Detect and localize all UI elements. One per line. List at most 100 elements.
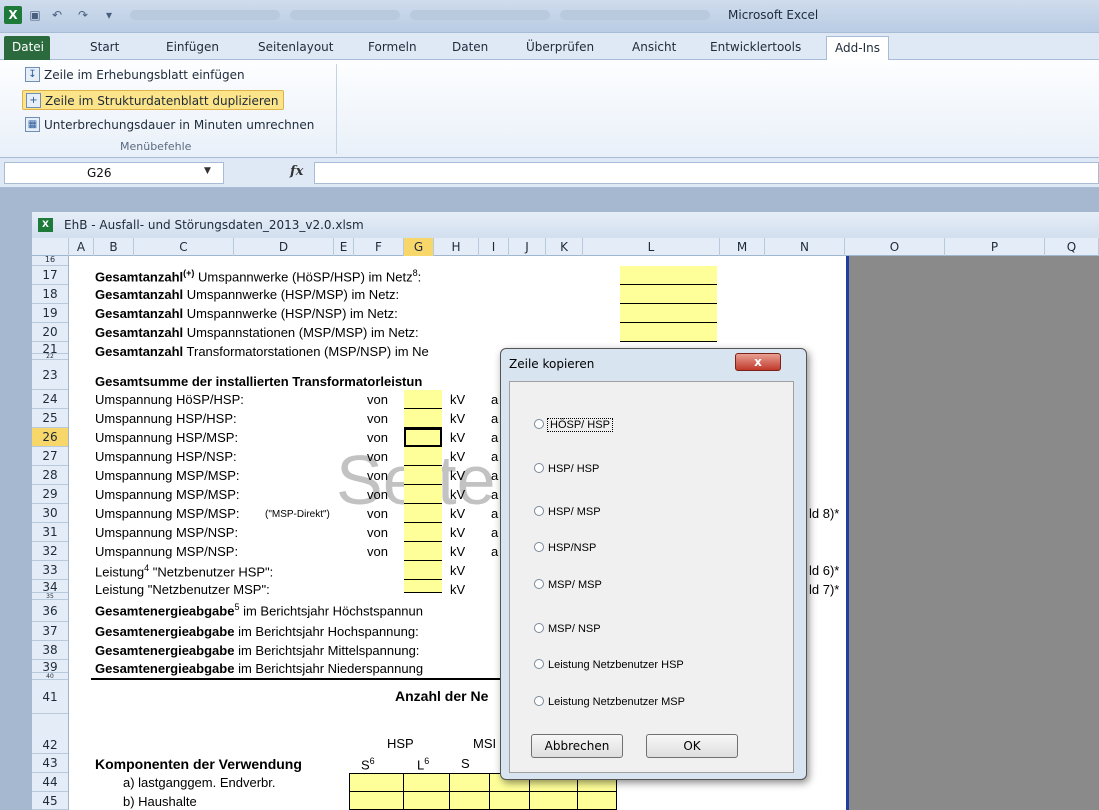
row-header[interactable]: 30 (32, 504, 68, 523)
row-header[interactable]: 16 (32, 256, 68, 266)
select-all-corner[interactable] (32, 238, 69, 256)
row-header[interactable]: 40 (32, 673, 68, 680)
input-cell[interactable] (404, 561, 442, 580)
name-box[interactable]: G26 (4, 162, 224, 184)
row-header[interactable]: 34 (32, 580, 68, 594)
input-cell[interactable] (404, 523, 442, 542)
tab-ueberpruefen[interactable]: Überprüfen (518, 36, 602, 60)
excel-icon[interactable]: X (4, 6, 22, 24)
tab-seitenlayout[interactable]: Seitenlayout (250, 36, 341, 60)
customize-qat-icon[interactable]: ▾ (100, 6, 118, 24)
row-header[interactable]: 18 (32, 285, 68, 304)
input-cell[interactable] (404, 542, 442, 561)
radio-icon[interactable] (534, 696, 544, 706)
tab-ansicht[interactable]: Ansicht (624, 36, 684, 60)
input-cell[interactable] (404, 466, 442, 485)
undo-icon[interactable]: ↶ (48, 6, 66, 24)
option-hsp-hsp[interactable]: HSP/ HSP (534, 463, 599, 475)
radio-icon[interactable] (534, 659, 544, 669)
input-cell[interactable] (404, 580, 442, 593)
row-header[interactable]: 35 (32, 593, 68, 600)
row-header[interactable]: 24 (32, 390, 68, 409)
radio-icon[interactable] (534, 542, 544, 552)
input-cell[interactable] (620, 323, 717, 342)
column-header[interactable]: E (334, 238, 354, 256)
option-leistung-msp[interactable]: Leistung Netzbenutzer MSP (534, 696, 685, 708)
save-icon[interactable]: ▣ (26, 6, 44, 24)
tab-datei[interactable]: Datei (4, 36, 50, 60)
column-header[interactable]: A (69, 238, 94, 256)
column-header[interactable]: F (354, 238, 404, 256)
tab-daten[interactable]: Daten (444, 36, 496, 60)
option-hoesp-hsp[interactable]: HÖSP/ HSP (534, 418, 613, 432)
name-box-dropdown-icon[interactable]: ▼ (204, 166, 211, 176)
tab-formeln[interactable]: Formeln (360, 36, 425, 60)
row-header[interactable]: 27 (32, 447, 68, 466)
column-header-selected[interactable]: G (404, 238, 434, 256)
row-header[interactable]: 43 (32, 754, 68, 773)
tab-add-ins[interactable]: Add-Ins (826, 36, 889, 60)
convert-duration-button[interactable]: ▦ Unterbrechungsdauer in Minuten umrechn… (22, 115, 318, 135)
row-header[interactable]: 42 (32, 714, 68, 754)
radio-icon[interactable] (534, 506, 544, 516)
column-header[interactable]: D (234, 238, 334, 256)
input-cell[interactable] (620, 304, 717, 323)
row-header[interactable]: 20 (32, 323, 68, 342)
row-header[interactable]: 45 (32, 792, 68, 810)
row-header[interactable]: 23 (32, 360, 68, 390)
row-header[interactable]: 17 (32, 266, 68, 285)
duplicate-row-button[interactable]: + Zeile im Strukturdatenblatt dupliziere… (22, 90, 284, 110)
option-msp-nsp[interactable]: MSP/ NSP (534, 623, 601, 635)
input-cell[interactable] (404, 485, 442, 504)
input-cell[interactable] (404, 390, 442, 409)
radio-icon[interactable] (534, 579, 544, 589)
input-cell[interactable] (404, 409, 442, 428)
input-cell[interactable] (620, 285, 717, 304)
input-cell[interactable] (404, 504, 442, 523)
column-header[interactable]: I (479, 238, 509, 256)
tab-start[interactable]: Start (82, 36, 127, 60)
row-header[interactable]: 29 (32, 485, 68, 504)
radio-icon[interactable] (534, 419, 544, 429)
row-header[interactable]: 31 (32, 523, 68, 542)
row-header[interactable]: 36 (32, 600, 68, 622)
radio-icon[interactable] (534, 463, 544, 473)
column-header[interactable]: K (546, 238, 583, 256)
row-header[interactable]: 37 (32, 622, 68, 641)
insert-row-button[interactable]: ↧ Zeile im Erhebungsblatt einfügen (22, 65, 249, 85)
row-header[interactable]: 33 (32, 561, 68, 580)
column-header[interactable]: C (134, 238, 234, 256)
row-header[interactable]: 38 (32, 641, 68, 660)
close-icon[interactable]: x (735, 353, 781, 371)
column-header[interactable]: P (945, 238, 1045, 256)
ok-button[interactable]: OK (646, 734, 738, 758)
row-header[interactable]: 28 (32, 466, 68, 485)
column-header[interactable]: J (509, 238, 546, 256)
radio-icon[interactable] (534, 623, 544, 633)
option-hsp-nsp[interactable]: HSP/NSP (534, 542, 596, 554)
function-icon[interactable]: fx (290, 164, 303, 179)
column-header[interactable]: M (720, 238, 765, 256)
row-header[interactable]: 32 (32, 542, 68, 561)
active-cell[interactable] (404, 428, 442, 447)
input-cell[interactable] (620, 266, 717, 285)
row-header[interactable]: 41 (32, 680, 68, 714)
tab-einfuegen[interactable]: Einfügen (158, 36, 227, 60)
row-header[interactable]: 19 (32, 304, 68, 323)
formula-input[interactable] (314, 162, 1099, 184)
column-header[interactable]: O (845, 238, 945, 256)
row-header[interactable]: 25 (32, 409, 68, 428)
row-header-selected[interactable]: 26 (32, 428, 68, 447)
column-header[interactable]: Q (1045, 238, 1099, 256)
cancel-button[interactable]: Abbrechen (531, 734, 623, 758)
option-hsp-msp[interactable]: HSP/ MSP (534, 506, 601, 518)
column-header[interactable]: L (583, 238, 720, 256)
column-header[interactable]: B (94, 238, 134, 256)
redo-icon[interactable]: ↷ (74, 6, 92, 24)
row-header[interactable]: 39 (32, 660, 68, 674)
row-header[interactable]: 44 (32, 773, 68, 792)
option-msp-msp[interactable]: MSP/ MSP (534, 579, 602, 591)
column-header[interactable]: N (765, 238, 845, 256)
input-cell[interactable] (404, 447, 442, 466)
column-header[interactable]: H (434, 238, 479, 256)
